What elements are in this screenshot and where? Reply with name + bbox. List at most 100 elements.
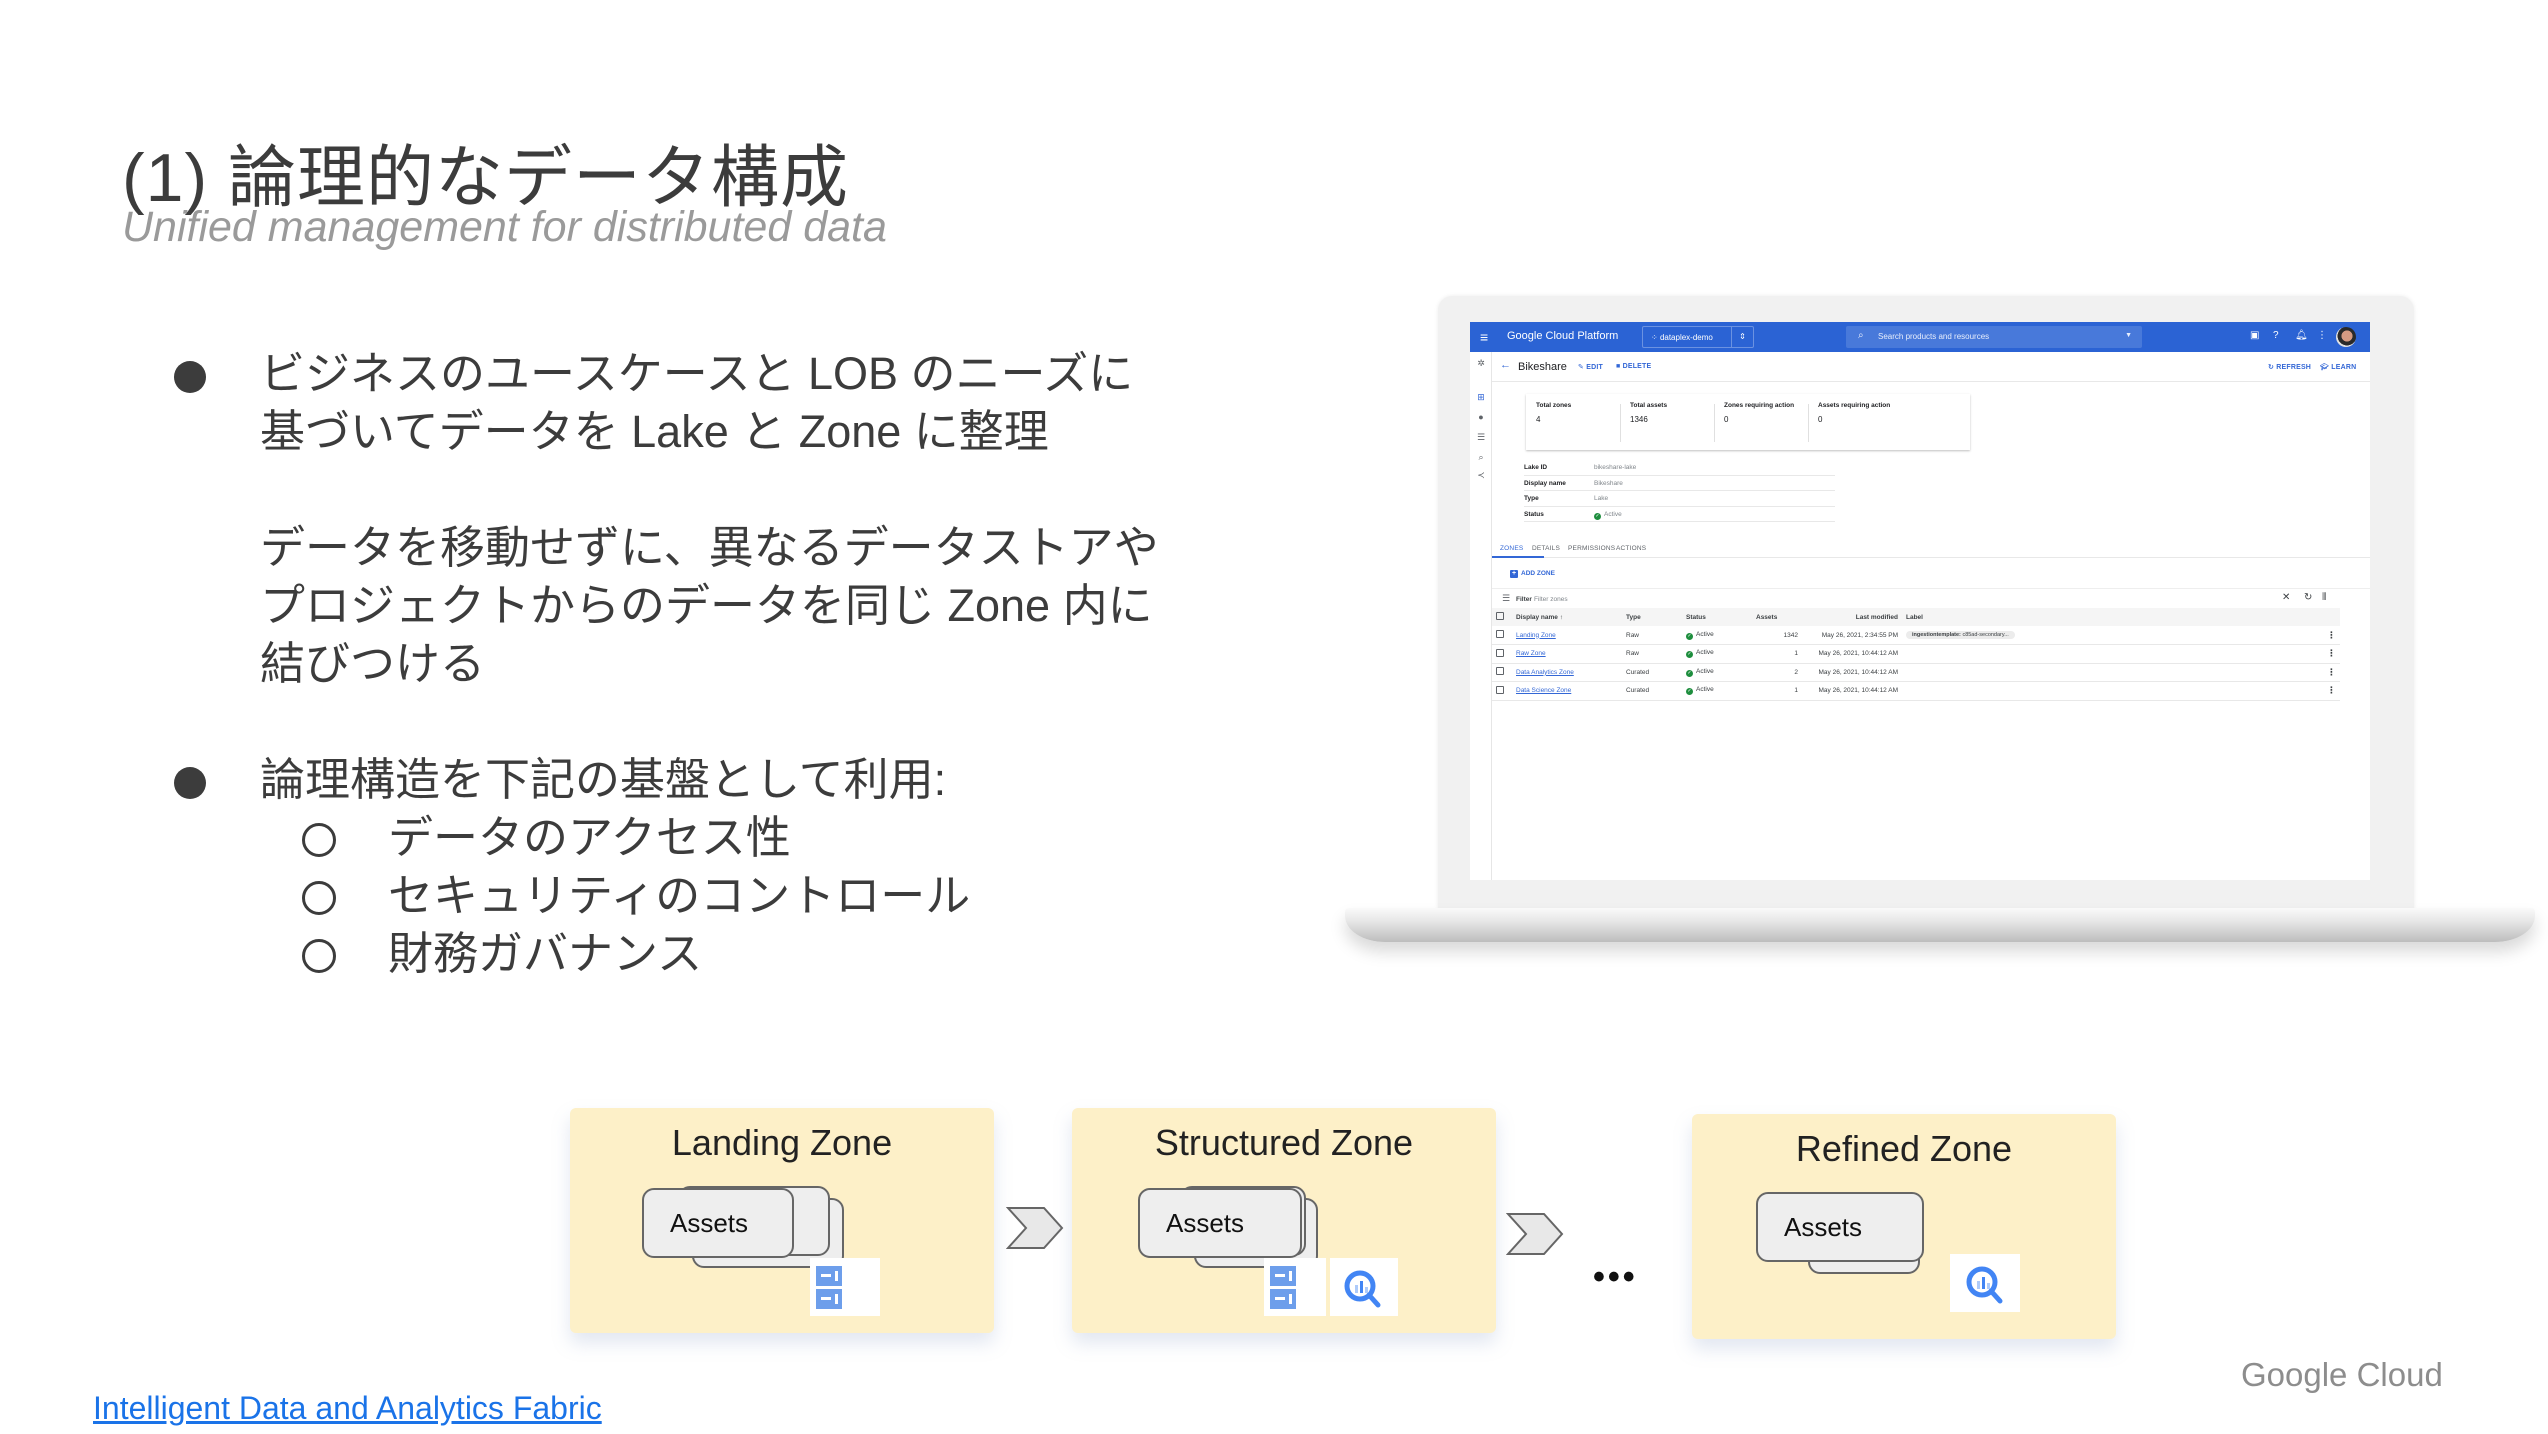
project-name: dataplex-demo (1659, 333, 1713, 342)
bullet-line: 論理構造を下記の基盤として利用: (260, 754, 947, 805)
school-icon: 🎓︎ (2320, 364, 2332, 371)
hamburger-menu-icon[interactable]: ≡ (1480, 330, 1488, 344)
caret-down-icon: ▼ (2125, 332, 2132, 339)
row-checkbox[interactable] (1496, 685, 1504, 694)
search-icon[interactable]: ⌕ (1475, 452, 1487, 463)
cloud-shell-icon[interactable]: ▣ (2250, 330, 2259, 342)
zone-link[interactable]: Data Analytics Zone (1516, 669, 1574, 676)
column-header-last-modified[interactable]: Last modified (1802, 608, 1902, 626)
column-header-assets[interactable]: Assets (1752, 608, 1802, 626)
table-row: Data Analytics Zone Curated ✓ Active 2 Ma… (1492, 663, 2340, 682)
row-checkbox[interactable] (1496, 667, 1504, 676)
project-selector[interactable]: ⁘ dataplex-demo ⇕ (1642, 326, 1754, 348)
tab-actions[interactable]: ACTIONS (1616, 545, 1646, 552)
help-icon[interactable]: ? (2273, 330, 2279, 342)
active-tab-indicator (1492, 556, 1544, 558)
zone-type: Curated (1622, 681, 1682, 701)
pencil-icon: ✎ (1578, 364, 1587, 371)
bullet-line: プロジェクトからのデータを同じ Zone 内に (260, 580, 1153, 631)
zone-type: Raw (1622, 626, 1682, 645)
learn-button[interactable]: 🎓︎ LEARN (2320, 363, 2356, 371)
lineage-icon[interactable]: ≺ (1475, 470, 1487, 481)
refresh-icon: ↻ (2268, 364, 2277, 371)
row-more-vert-icon[interactable]: ⋮ (2320, 626, 2340, 645)
row-checkbox[interactable] (1496, 648, 1504, 657)
zone-status: ✓ Active (1682, 681, 1752, 701)
asset-card-front: Assets (1756, 1192, 1924, 1262)
row-more-vert-icon[interactable]: ⋮ (2320, 663, 2340, 682)
column-header-label[interactable]: Label (1902, 608, 2320, 626)
bullet-dot-icon (174, 767, 206, 799)
search-icon: ⌕ (1858, 330, 1864, 341)
column-header-status[interactable]: Status (1682, 608, 1752, 626)
bullet-item: 論理構造を下記の基盤として利用: データのアクセス性 セキュリティのコントロール… (170, 751, 1220, 983)
row-more-vert-icon[interactable]: ⋮ (2320, 681, 2340, 701)
project-icon: ⁘ (1651, 333, 1660, 342)
sub-bullet-item: データのアクセス性 (170, 809, 1220, 867)
zone-last-modified: May 26, 2021, 10:44:12 AM (1802, 644, 1902, 664)
check-circle-icon: ✓ (1686, 632, 1693, 640)
row-more-vert-icon[interactable]: ⋮ (2320, 644, 2340, 664)
search-placeholder: Search products and resources (1878, 332, 1990, 341)
zone-label (1902, 663, 2320, 682)
sub-bullet-item: セキュリティのコントロール (170, 867, 1220, 925)
delete-button[interactable]: ■ DELETE (1616, 363, 1651, 370)
list-icon[interactable]: ☰ (1475, 432, 1487, 443)
edit-button[interactable]: ✎ EDIT (1578, 363, 1603, 371)
app-name[interactable]: Google Cloud Platform (1507, 330, 1618, 342)
table-row: Data Science Zone Curated ✓ Active 1 May … (1492, 681, 2340, 701)
back-arrow-icon[interactable]: ← (1500, 359, 1511, 371)
tab-permissions[interactable]: PERMISSIONS (1568, 545, 1615, 552)
stat-assets-requiring-action: Assets requiring action 0 (1808, 402, 1928, 442)
console-top-bar: ≡ Google Cloud Platform ⁘ dataplex-demo … (1470, 322, 2370, 352)
more-zones-ellipsis: ••• (1593, 1258, 1638, 1296)
row-checkbox[interactable] (1496, 630, 1504, 638)
trash-icon: ■ (1616, 363, 1623, 370)
table-row: Landing Zone Raw ✓ Active 1342 May 26, 20… (1492, 626, 2340, 645)
bullet-line: データを移動せずに、異なるデータストアや (260, 522, 1159, 573)
zones-table: Display name ↑ Type Status Assets Last m… (1492, 608, 2340, 701)
column-header-type[interactable]: Type (1622, 608, 1682, 626)
refresh-icon[interactable]: ↻ (2304, 592, 2312, 603)
clear-filter-icon[interactable]: ✕ (2282, 592, 2290, 603)
more-vert-icon[interactable]: ⋮ (2317, 330, 2327, 342)
bullet-dot-icon (174, 361, 206, 393)
person-icon[interactable]: ● (1475, 412, 1487, 422)
notifications-bell-icon[interactable]: 🔔︎ (2295, 330, 2308, 342)
column-display-icon[interactable]: ⦀ (2322, 592, 2326, 603)
zone-assets: 1 (1752, 644, 1802, 664)
column-header-display-name[interactable]: Display name ↑ (1512, 608, 1622, 626)
bullet-list: ビジネスのユースケースと LOB のニーズに 基づいてデータを Lake と Z… (170, 345, 1220, 983)
zone-last-modified: May 26, 2021, 10:44:12 AM (1802, 681, 1902, 701)
zone-card-structured: Structured Zone Assets (1072, 1108, 1496, 1333)
refresh-button[interactable]: ↻ REFRESH (2268, 363, 2311, 371)
select-all-checkbox[interactable] (1496, 612, 1504, 620)
check-circle-icon: ✓ (1686, 688, 1693, 696)
grid-icon[interactable]: ⊞ (1475, 392, 1487, 403)
dataplex-logo-icon[interactable]: ✲ (1475, 358, 1487, 369)
zone-link[interactable]: Landing Zone (1516, 632, 1556, 639)
property-row: Display name Bikeshare (1524, 476, 1835, 491)
zone-last-modified: May 26, 2021, 2:34:55 PM (1802, 626, 1902, 645)
zone-link[interactable]: Data Science Zone (1516, 687, 1571, 694)
avatar[interactable] (2336, 327, 2356, 347)
bullet-line: ビジネスのユースケースと LOB のニーズに (260, 348, 1134, 399)
hollow-bullet-icon (302, 881, 336, 915)
bullet-line: 基づいてデータを Lake と Zone に整理 (260, 406, 1049, 457)
tab-zones[interactable]: ZONES (1500, 545, 1523, 552)
property-row: Status ✓ Active (1524, 507, 1835, 522)
asset-card-front: Assets (1138, 1188, 1302, 1258)
google-cloud-logo: Google Cloud (2241, 1356, 2443, 1393)
tab-details[interactable]: DETAILS (1532, 545, 1560, 552)
search-input[interactable]: ⌕ Search products and resources ▼ (1846, 326, 2142, 348)
filter-input[interactable]: Filter zones (1534, 596, 1568, 603)
check-circle-icon: ✓ (1686, 669, 1693, 677)
chevron-right-arrow-icon (1506, 1213, 1564, 1255)
zone-link[interactable]: Raw Zone (1516, 650, 1546, 657)
cloud-storage-icon (1264, 1258, 1326, 1316)
lake-properties: Lake ID bikeshare-lake Display name Bikesh… (1524, 460, 1835, 522)
footer-link[interactable]: Intelligent Data and Analytics Fabric (93, 1390, 602, 1427)
label-chip: ingestiontemplate: c85ad-secondary... (1906, 631, 2015, 639)
page-title: Bikeshare (1518, 361, 1567, 373)
add-zone-button[interactable]: + ADD ZONE (1510, 570, 1555, 578)
